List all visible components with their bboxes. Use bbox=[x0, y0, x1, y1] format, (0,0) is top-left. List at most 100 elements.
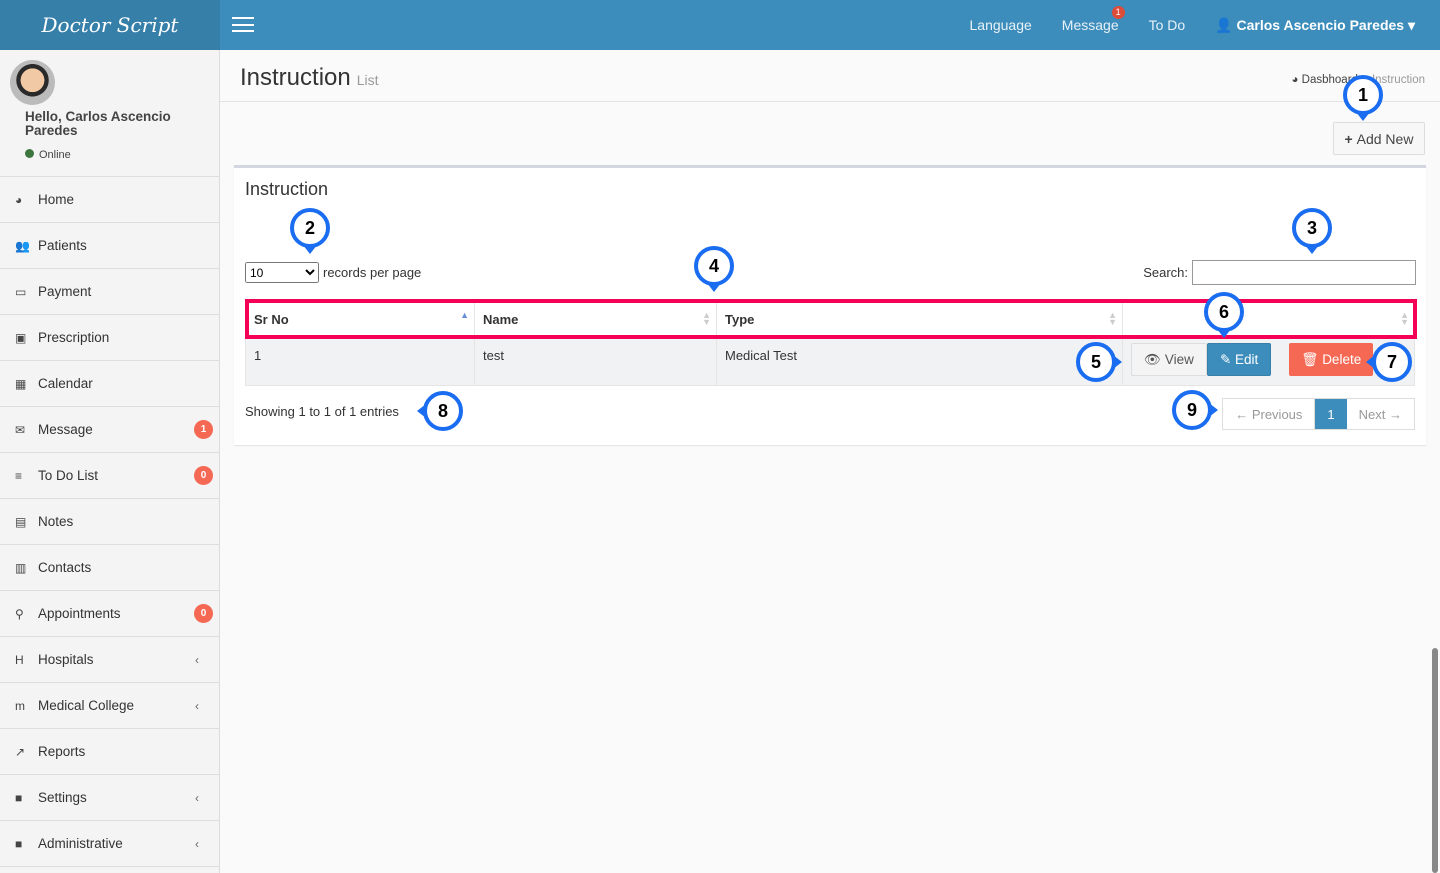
sidebar-item-label: Reports bbox=[38, 744, 86, 759]
column-header-name[interactable]: Name ▲ ▼ bbox=[474, 299, 717, 339]
address-card-icon: ▥ bbox=[15, 560, 27, 575]
sidebar-item-reports[interactable]: ↗ Reports bbox=[0, 729, 219, 775]
users-icon: 👥 bbox=[15, 238, 30, 253]
user-icon: 👤 bbox=[1215, 16, 1237, 33]
sidebar-item-label: Contacts bbox=[38, 560, 92, 575]
search-input[interactable] bbox=[1192, 260, 1416, 285]
next-button[interactable]: Next → bbox=[1347, 399, 1414, 429]
column-header-sr-no[interactable]: Sr No ▲ bbox=[245, 299, 475, 339]
calendar-icon: ▦ bbox=[15, 376, 27, 391]
chevron-left-icon: ‹ bbox=[195, 790, 199, 805]
sidebar-item-label: Administrative bbox=[38, 836, 123, 851]
sidebar-item-settings[interactable]: ■ Settings ‹ bbox=[0, 775, 219, 821]
envelope-icon: ✉ bbox=[15, 422, 26, 437]
sidebar-menu: ◕ Home 👥 Patients ▭ Payment ▣ Prescription ▦ Cale… bbox=[0, 176, 219, 867]
college-icon: m bbox=[15, 698, 25, 713]
language-menu[interactable]: Language bbox=[970, 17, 1032, 33]
sidebar-item-medical-college[interactable]: m Medical College ‹ bbox=[0, 683, 219, 729]
sidebar-item-contacts[interactable]: ▥ Contacts bbox=[0, 545, 219, 591]
page-1-button[interactable]: 1 bbox=[1315, 399, 1347, 429]
edit-label: Edit bbox=[1235, 352, 1259, 367]
online-status: Online bbox=[25, 149, 71, 161]
sidebar-item-label: Calendar bbox=[38, 376, 93, 391]
sidebar-item-label: Message bbox=[38, 422, 93, 437]
previous-button[interactable]: ← Previous bbox=[1223, 399, 1316, 429]
instruction-box: Instruction 10 records per page Search: … bbox=[234, 165, 1426, 445]
count-badge: 0 bbox=[194, 604, 213, 623]
edit-button[interactable]: ✎ Edit bbox=[1206, 343, 1272, 376]
chart-icon: ↗ bbox=[15, 744, 26, 759]
sort-icon: ▲ ▼ bbox=[702, 310, 711, 327]
app-logo[interactable]: Doctor Script bbox=[0, 0, 220, 50]
add-new-button[interactable]: + Add New bbox=[1333, 122, 1425, 155]
page-title-text: Instruction bbox=[240, 64, 351, 91]
sidebar: Hello, Carlos Ascencio Paredes Online ◕ H… bbox=[0, 50, 220, 873]
sidebar-item-label: Notes bbox=[38, 514, 74, 529]
box-title: Instruction bbox=[245, 179, 329, 199]
search-label: Search: bbox=[1143, 265, 1188, 280]
cell-type: Medical Test bbox=[716, 338, 1123, 386]
view-button[interactable]: 👁 View bbox=[1131, 343, 1207, 376]
sidebar-item-prescription[interactable]: ▣ Prescription bbox=[0, 315, 219, 361]
sort-asc-icon: ▲ bbox=[460, 310, 469, 320]
records-per-page-label: records per page bbox=[323, 265, 422, 280]
cell-name: test bbox=[474, 338, 717, 386]
avatar bbox=[10, 60, 55, 105]
content-header: Instruction List ◕ Dasbhoard Instruction bbox=[220, 50, 1440, 102]
sidebar-item-label: Hospitals bbox=[38, 652, 94, 667]
column-label: Type bbox=[725, 311, 755, 327]
column-label: Sr No bbox=[254, 311, 289, 327]
medkit-icon: ▣ bbox=[15, 330, 27, 345]
sidebar-item-label: Home bbox=[38, 192, 75, 207]
page-title: Instruction List bbox=[240, 64, 379, 92]
sidebar-item-appointments[interactable]: ⚲ Appointments 0 bbox=[0, 591, 219, 637]
sidebar-item-calendar[interactable]: ▦ Calendar bbox=[0, 361, 219, 407]
sidebar-item-label: Appointments bbox=[38, 606, 121, 621]
folder-icon: ■ bbox=[15, 836, 23, 851]
count-badge: 0 bbox=[194, 466, 213, 485]
callout-2: 2 bbox=[290, 208, 330, 254]
add-new-label: Add New bbox=[1356, 130, 1414, 147]
sidebar-item-to-do-list[interactable]: ≡ To Do List 0 bbox=[0, 453, 219, 499]
sidebar-item-label: To Do List bbox=[38, 468, 99, 483]
pagination: ← Previous 1 Next → bbox=[1222, 398, 1415, 430]
sidebar-item-payment[interactable]: ▭ Payment bbox=[0, 269, 219, 315]
sidebar-item-patients[interactable]: 👥 Patients bbox=[0, 223, 219, 269]
todo-menu[interactable]: To Do bbox=[1149, 17, 1186, 33]
sidebar-item-hospitals[interactable]: H Hospitals ‹ bbox=[0, 637, 219, 683]
trash-icon: 🗑 bbox=[1301, 351, 1319, 367]
dashboard-icon: ◕ bbox=[15, 192, 23, 207]
message-menu[interactable]: Message 1 bbox=[1061, 6, 1125, 33]
hospital-icon: H bbox=[15, 652, 24, 667]
sidebar-item-administrative[interactable]: ■ Administrative ‹ bbox=[0, 821, 219, 867]
chevron-left-icon: ‹ bbox=[195, 836, 199, 851]
sidebar-item-notes[interactable]: ▤ Notes bbox=[0, 499, 219, 545]
sidebar-item-home[interactable]: ◕ Home bbox=[0, 177, 219, 223]
message-label: Message bbox=[1061, 17, 1119, 33]
cell-sr-no: 1 bbox=[245, 338, 475, 386]
pin-icon: ⚲ bbox=[15, 606, 24, 621]
callout-7: 7 bbox=[1366, 342, 1412, 382]
sidebar-item-label: Settings bbox=[38, 790, 87, 805]
callout-5: 5 bbox=[1076, 342, 1122, 382]
column-header-type[interactable]: Type ▲ ▼ bbox=[716, 299, 1123, 339]
column-label: Name bbox=[483, 311, 519, 327]
message-badge: 1 bbox=[1111, 6, 1125, 19]
column-header-actions[interactable]: ▲ ▼ bbox=[1122, 299, 1415, 339]
edit-icon: ✎ bbox=[1219, 351, 1232, 367]
scrollbar[interactable] bbox=[1432, 648, 1438, 873]
main-content: + Add New Instruction 10 records per pag… bbox=[220, 102, 1440, 873]
caret-down-icon: ▾ bbox=[1407, 16, 1415, 33]
sort-icon: ▲ ▼ bbox=[1108, 310, 1117, 327]
list-icon: ≡ bbox=[15, 468, 23, 483]
sidebar-item-message[interactable]: ✉ Message 1 bbox=[0, 407, 219, 453]
records-per-page: 10 records per page bbox=[245, 262, 421, 283]
delete-label: Delete bbox=[1322, 352, 1362, 367]
callout-4: 4 bbox=[694, 246, 734, 292]
hamburger-menu-icon[interactable] bbox=[232, 17, 254, 32]
records-per-page-select[interactable]: 10 bbox=[245, 262, 319, 283]
status-text: Online bbox=[39, 149, 71, 161]
user-menu[interactable]: 👤 Carlos Ascencio Paredes ▾ bbox=[1215, 17, 1415, 34]
status-dot-icon bbox=[25, 149, 34, 158]
callout-6: 6 bbox=[1204, 292, 1244, 338]
